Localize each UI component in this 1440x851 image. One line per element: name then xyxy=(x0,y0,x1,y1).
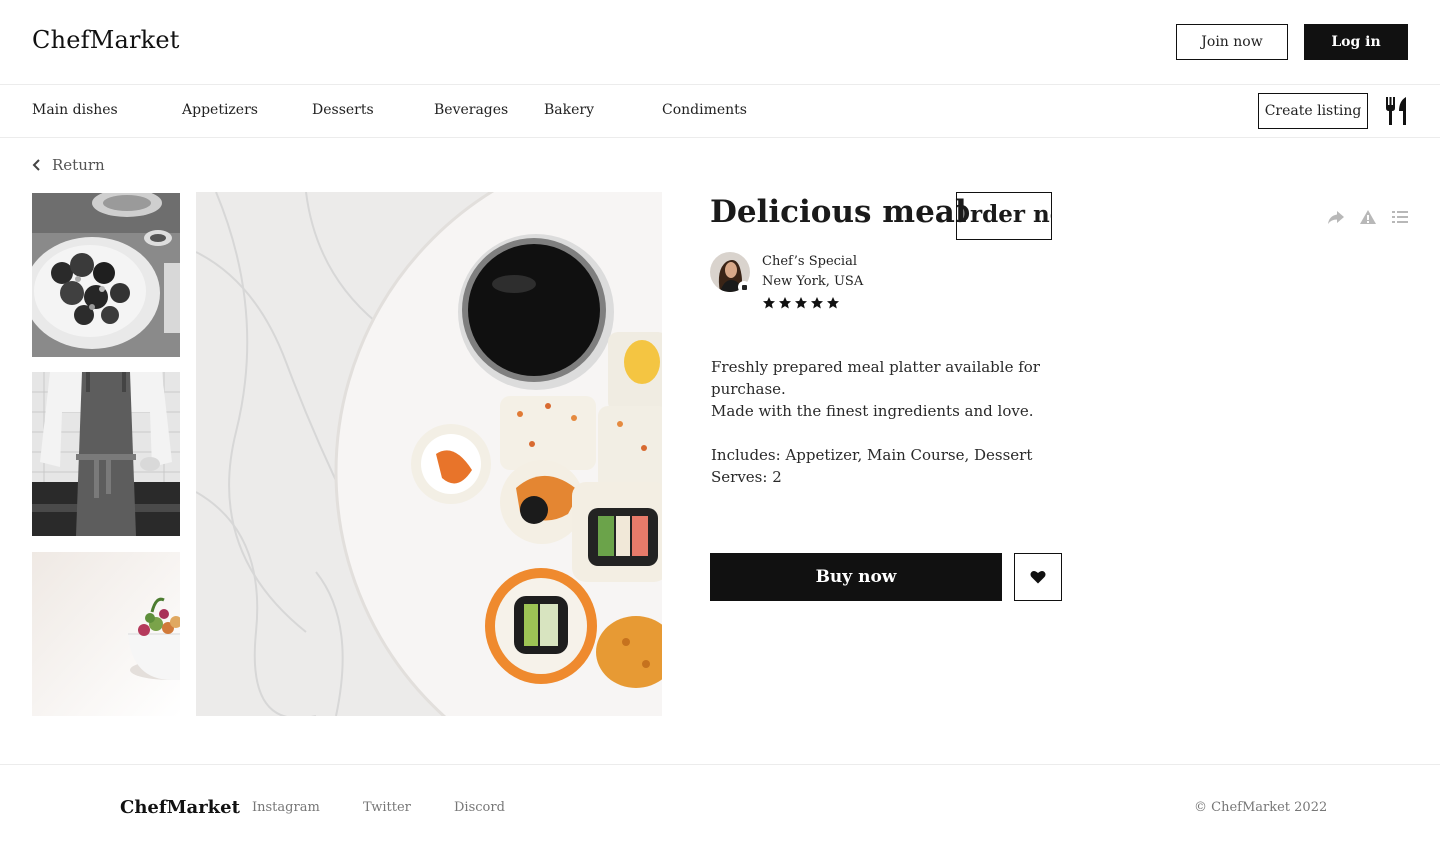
star-icon xyxy=(827,297,839,309)
plate-of-dumplings-photo xyxy=(32,193,180,357)
share-icon[interactable] xyxy=(1327,208,1345,226)
return-label: Return xyxy=(52,156,105,174)
favorite-button[interactable] xyxy=(1014,553,1062,601)
log-in-button[interactable]: Log in xyxy=(1304,24,1408,60)
salad-bowl-photo xyxy=(32,552,180,716)
chevron-left-icon xyxy=(32,159,40,171)
main-product-photo[interactable] xyxy=(196,192,662,716)
rating-stars xyxy=(762,296,840,310)
thumbnail-salad[interactable] xyxy=(32,552,180,716)
nav-item-desserts[interactable]: Desserts xyxy=(312,102,374,118)
brand-logo[interactable]: ChefMarket xyxy=(32,26,180,54)
star-icon xyxy=(779,297,791,309)
thumbnail-dumplings[interactable] xyxy=(32,193,180,357)
warning-icon[interactable] xyxy=(1359,208,1377,226)
description-line: Serves: 2 xyxy=(711,468,782,486)
nav-item-beverages[interactable]: Beverages xyxy=(434,102,508,118)
heart-icon xyxy=(1030,570,1046,584)
footer-brand[interactable]: ChefMarket xyxy=(120,797,240,818)
footer-link-discord[interactable]: Discord xyxy=(454,800,505,815)
site-footer: ChefMarket Instagram Twitter Discord © C… xyxy=(0,764,1440,851)
category-nav: Main dishes Appetizers Desserts Beverage… xyxy=(0,85,1440,138)
join-now-button[interactable]: Join now xyxy=(1176,24,1288,60)
chef-location: New York, USA xyxy=(762,274,864,289)
sushi-platter-photo xyxy=(196,192,662,716)
chef-in-apron-photo xyxy=(32,372,180,536)
chef-name[interactable]: Chef’s Special xyxy=(762,254,857,269)
star-icon xyxy=(763,297,775,309)
footer-link-twitter[interactable]: Twitter xyxy=(363,800,411,815)
nav-item-appetizers[interactable]: Appetizers xyxy=(182,102,258,118)
description-line: Includes: Appetizer, Main Course, Desser… xyxy=(711,446,1033,464)
star-icon xyxy=(811,297,823,309)
footer-link-instagram[interactable]: Instagram xyxy=(252,800,320,815)
verified-badge-icon xyxy=(738,281,750,293)
nav-item-main-dishes[interactable]: Main dishes xyxy=(32,102,118,118)
product-description: Freshly prepared meal platter available … xyxy=(711,356,1051,488)
nav-item-bakery[interactable]: Bakery xyxy=(544,102,594,118)
cutlery-icon[interactable] xyxy=(1384,97,1410,125)
return-link[interactable]: Return xyxy=(32,155,105,175)
star-icon xyxy=(795,297,807,309)
thumbnail-chef[interactable] xyxy=(32,372,180,536)
create-listing-button[interactable]: Create listing xyxy=(1258,93,1368,129)
list-icon[interactable] xyxy=(1391,208,1409,226)
description-line: Made with the finest ingredients and lov… xyxy=(711,402,1034,420)
site-header: ChefMarket Join now Log in xyxy=(0,0,1440,85)
order-now-label: Order now xyxy=(956,201,1051,228)
order-now-button[interactable]: Order now xyxy=(956,192,1052,240)
product-title: Delicious meal xyxy=(710,194,967,230)
nav-item-condiments[interactable]: Condiments xyxy=(662,102,747,118)
buy-now-button[interactable]: Buy now xyxy=(710,553,1002,601)
description-line: Freshly prepared meal platter available … xyxy=(711,358,1040,398)
copyright-text: © ChefMarket 2022 xyxy=(1194,800,1328,815)
